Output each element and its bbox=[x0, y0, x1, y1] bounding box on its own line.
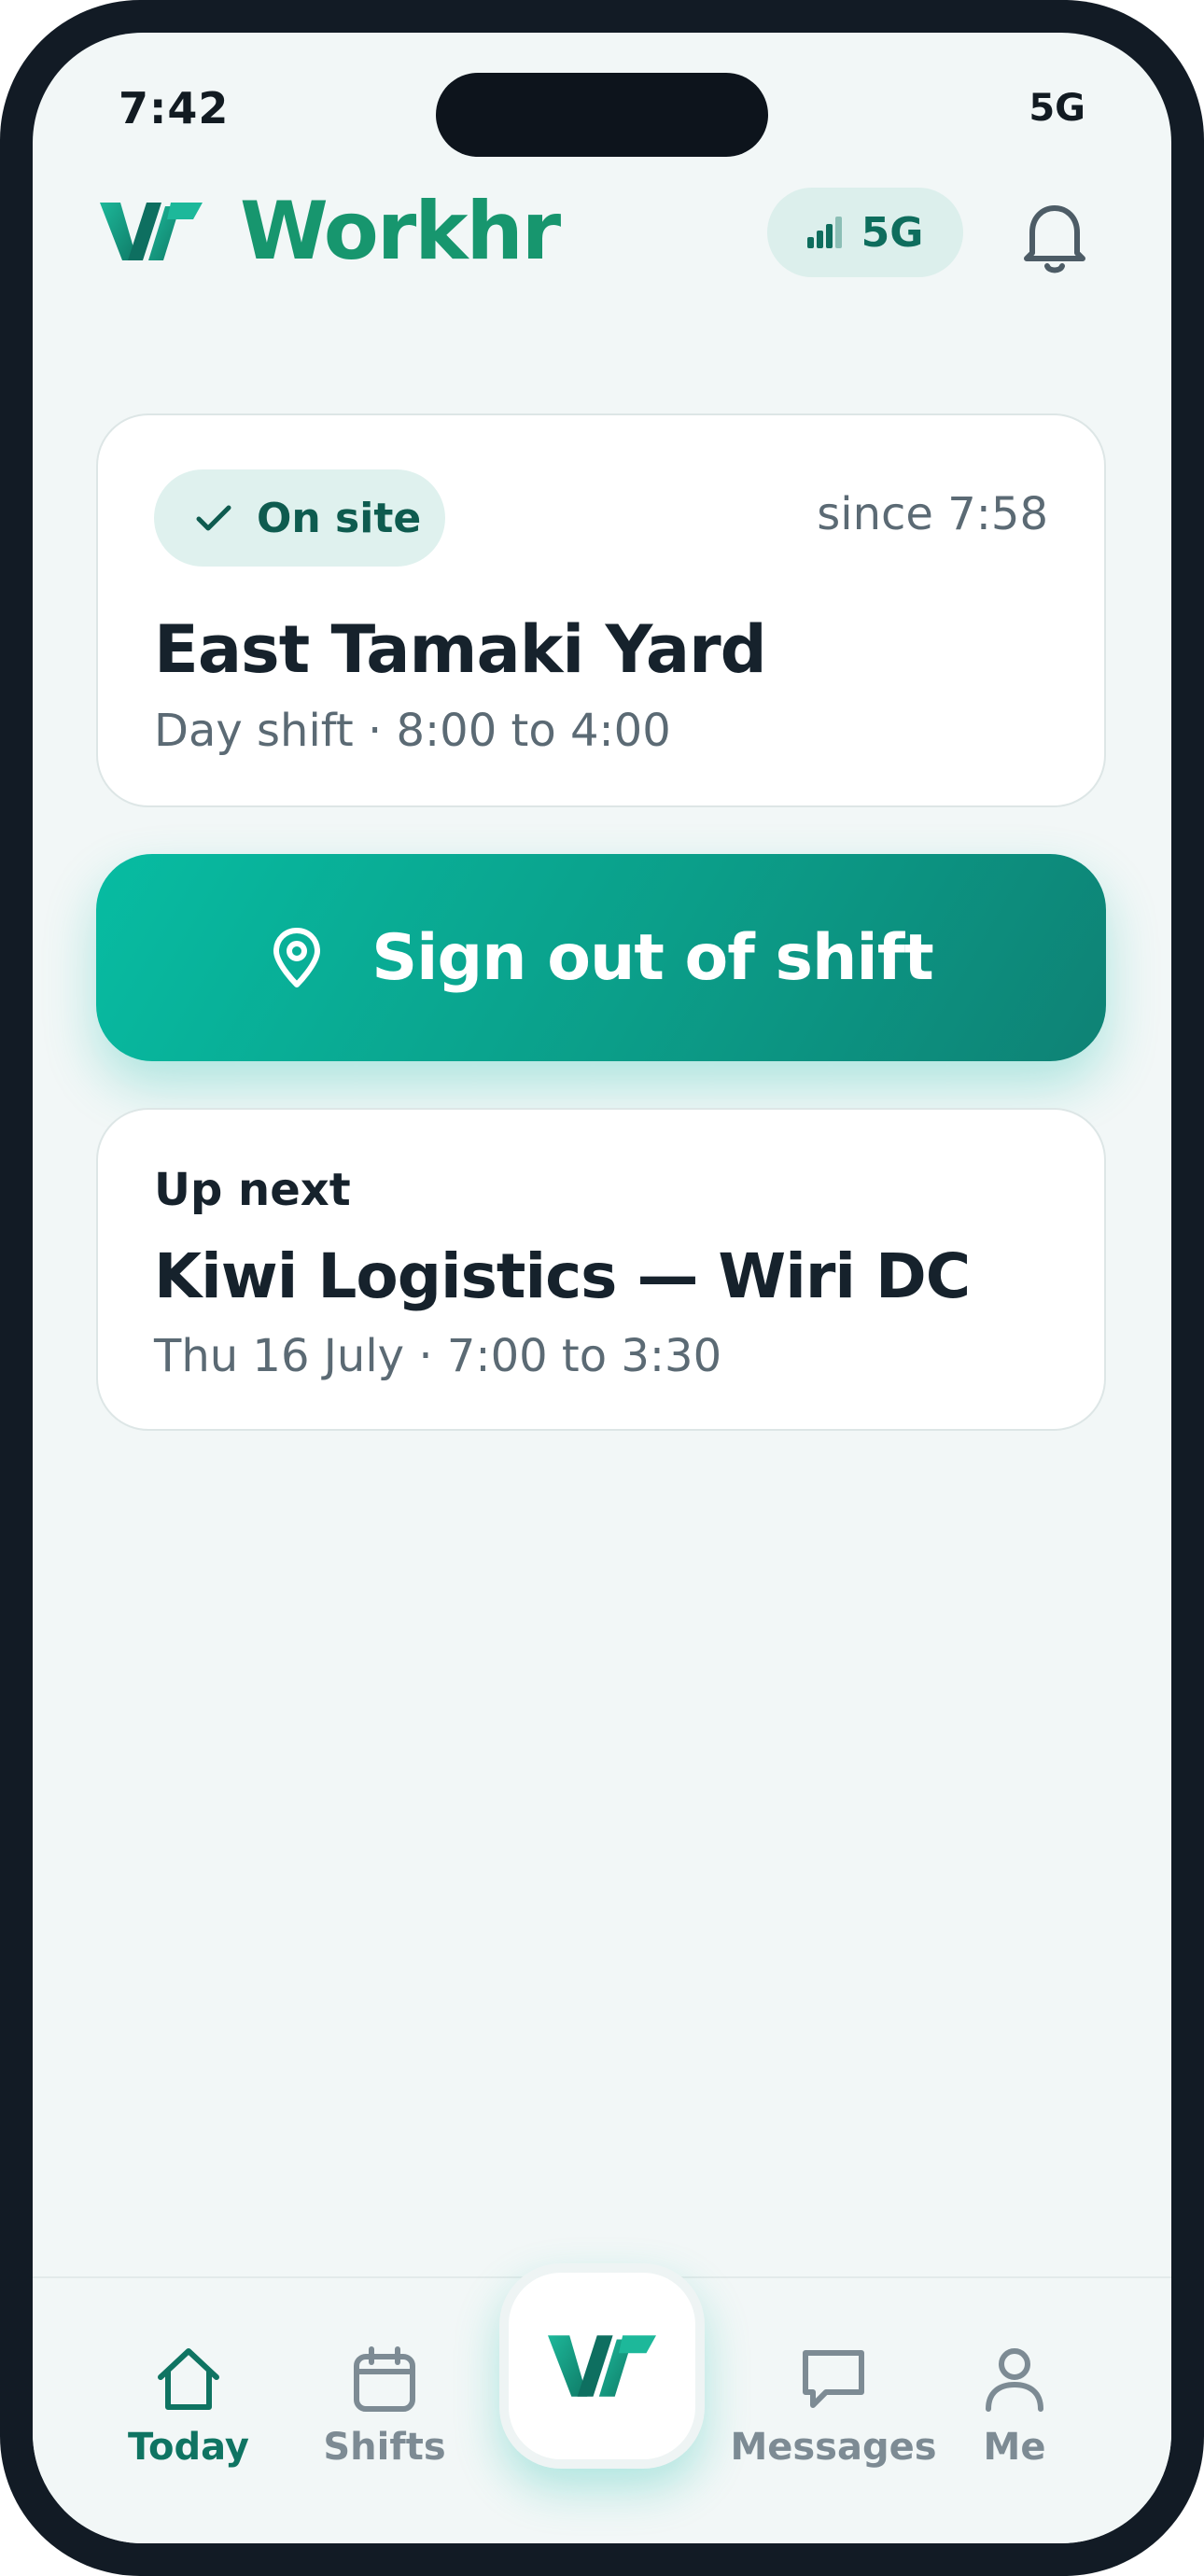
status-time: 7:42 bbox=[119, 83, 230, 133]
shift-details: Day shift · 8:00 to 4:00 bbox=[154, 705, 671, 757]
nav-label-messages: Messages bbox=[730, 2426, 937, 2469]
nav-label-today: Today bbox=[128, 2426, 249, 2469]
nav-label-me: Me bbox=[983, 2426, 1046, 2469]
status-network: 5G bbox=[1029, 87, 1085, 130]
nav-item-me[interactable]: Me bbox=[921, 2344, 1108, 2469]
next-shift-name: Kiwi Logistics — Wiri DC bbox=[154, 1240, 971, 1312]
bell-icon[interactable] bbox=[1017, 199, 1092, 275]
check-icon bbox=[196, 505, 231, 531]
current-shift-card: On site since 7:58 East Tamaki Yard Day … bbox=[96, 413, 1106, 807]
site-name: East Tamaki Yard bbox=[154, 611, 767, 688]
sign-out-button[interactable]: Sign out of shift bbox=[96, 854, 1106, 1061]
nav-item-shifts[interactable]: Shifts bbox=[291, 2344, 478, 2469]
chat-icon bbox=[803, 2350, 864, 2408]
sign-out-label: Sign out of shift bbox=[371, 920, 934, 995]
signal-indicator[interactable]: 5G bbox=[767, 188, 963, 277]
up-next-heading: Up next bbox=[154, 1164, 351, 1216]
nav-label-shifts: Shifts bbox=[323, 2426, 446, 2469]
next-shift-details: Thu 16 July · 7:00 to 3:30 bbox=[154, 1330, 722, 1382]
status-badge: On site bbox=[154, 469, 445, 567]
up-next-card[interactable]: Up next Kiwi Logistics — Wiri DC Thu 16 … bbox=[96, 1108, 1106, 1431]
center-home-button[interactable] bbox=[499, 2263, 705, 2469]
signal-label: 5G bbox=[861, 208, 924, 257]
person-icon bbox=[986, 2348, 1043, 2412]
nav-item-today[interactable]: Today bbox=[95, 2344, 282, 2469]
phone-frame: 7:42 5G Workhr 5G On site since 7:58 Eas… bbox=[0, 0, 1204, 2576]
nav-item-messages[interactable]: Messages bbox=[726, 2344, 941, 2469]
status-label: On site bbox=[257, 494, 422, 542]
home-icon bbox=[158, 2348, 219, 2410]
workhr-logo-icon bbox=[548, 2335, 656, 2397]
since-time: since 7:58 bbox=[817, 488, 1048, 540]
signal-bars-icon bbox=[806, 217, 842, 248]
calendar-icon bbox=[354, 2346, 415, 2412]
app-name: Workhr bbox=[240, 185, 561, 278]
workhr-logo-icon bbox=[100, 203, 203, 260]
location-pin-icon bbox=[273, 928, 321, 987]
app-screen: 7:42 5G Workhr 5G On site since 7:58 Eas… bbox=[33, 33, 1171, 2543]
dynamic-island bbox=[436, 73, 768, 157]
